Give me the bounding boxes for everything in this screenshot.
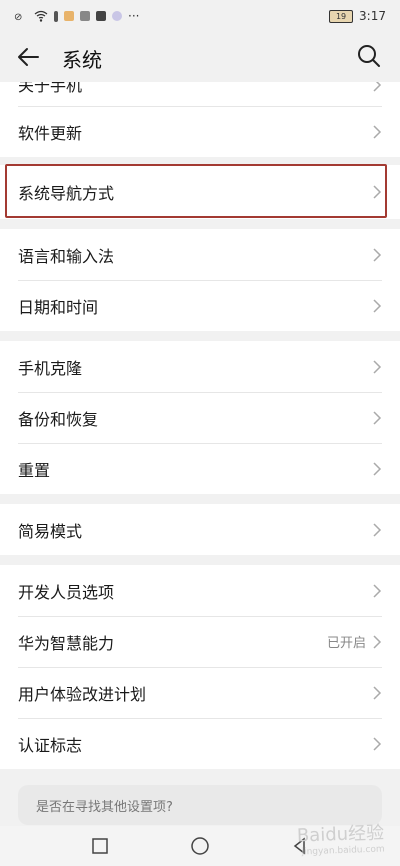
status-bar: ⊘ ··· 19 3:17: [0, 0, 400, 32]
clock: 3:17: [359, 9, 386, 23]
settings-list: 关于手机 软件更新 系统导航方式 语言和输入法 日期和时间 手机克隆 备份和恢复…: [0, 82, 400, 769]
settings-item-label: 语言和输入法: [18, 246, 115, 266]
settings-item-huawei-smart[interactable]: 华为智慧能力 已开启: [0, 616, 400, 667]
settings-item-label: 关于手机: [18, 82, 83, 95]
settings-item-reset[interactable]: 重置: [0, 443, 400, 494]
chevron-right-icon: [373, 522, 382, 537]
settings-item-label: 简易模式: [18, 521, 83, 541]
settings-item-developer-options[interactable]: 开发人员选项: [0, 565, 400, 616]
settings-group-3: 语言和输入法 日期和时间: [0, 229, 400, 331]
status-icons-left: ⊘ ···: [14, 9, 139, 23]
chevron-right-icon: [373, 410, 382, 425]
chevron-right-icon: [373, 685, 382, 700]
chevron-right-icon: [373, 736, 382, 751]
settings-group-4: 手机克隆 备份和恢复 重置: [0, 341, 400, 494]
suggestion-text: 是否在寻找其他设置项?: [36, 799, 173, 815]
group-divider: [0, 331, 400, 341]
settings-item-label: 备份和恢复: [18, 409, 99, 429]
settings-item-phone-clone[interactable]: 手机克隆: [0, 341, 400, 392]
gallery-icon: [80, 11, 90, 21]
settings-group-5: 简易模式: [0, 504, 400, 555]
settings-item-label: 软件更新: [18, 123, 83, 143]
group-divider: [0, 494, 400, 504]
settings-item-simple-mode[interactable]: 简易模式: [0, 504, 400, 555]
group-divider: [0, 219, 400, 229]
settings-item-label: 认证标志: [18, 735, 83, 755]
chevron-right-icon: [373, 359, 382, 374]
settings-item-language-input[interactable]: 语言和输入法: [0, 229, 400, 280]
settings-item-label: 华为智慧能力: [18, 633, 115, 653]
chevron-right-icon: [373, 82, 382, 92]
signal-icon: ⊘: [14, 12, 22, 22]
recents-button-icon[interactable]: [90, 836, 110, 856]
chevron-right-icon: [373, 247, 382, 262]
settings-item-value: 已开启: [326, 636, 366, 651]
group-divider: [0, 157, 400, 165]
settings-item-label: 手机克隆: [18, 358, 83, 378]
settings-item-label: 开发人员选项: [18, 582, 115, 602]
settings-group-1: 关于手机 软件更新: [0, 82, 400, 157]
chevron-right-icon: [373, 298, 382, 313]
search-suggestion-card[interactable]: 是否在寻找其他设置项?: [18, 785, 382, 825]
chevron-right-icon: [373, 583, 382, 598]
group-divider: [0, 555, 400, 565]
settings-item-software-update[interactable]: 软件更新: [0, 106, 400, 157]
settings-item-about-phone[interactable]: 关于手机: [0, 82, 400, 106]
status-icons-right: 19 3:17: [329, 9, 386, 23]
settings-item-date-time[interactable]: 日期和时间: [0, 280, 400, 331]
app-header: 系统: [0, 32, 400, 82]
search-icon[interactable]: [356, 43, 382, 69]
home-button-icon[interactable]: [190, 836, 210, 856]
settings-group-6: 开发人员选项 华为智慧能力 已开启 用户体验改进计划 认证标志: [0, 565, 400, 769]
page-title: 系统: [62, 48, 102, 72]
settings-item-label: 日期和时间: [18, 297, 99, 317]
settings-item-label: 系统导航方式: [18, 184, 115, 203]
notification-icon: [96, 11, 106, 21]
settings-item-label: 用户体验改进计划: [18, 684, 147, 704]
wifi-icon: [34, 10, 48, 22]
settings-group-2: 系统导航方式: [0, 165, 400, 219]
settings-item-value-wrap: 已开启: [327, 632, 382, 651]
back-arrow-icon[interactable]: [16, 44, 42, 70]
chevron-right-icon: [373, 185, 382, 199]
sim-icon: [54, 10, 58, 22]
settings-item-ux-improvement[interactable]: 用户体验改进计划: [0, 667, 400, 718]
battery-icon: 19: [329, 9, 354, 23]
settings-item-label: 重置: [18, 460, 51, 480]
browser-icon: [112, 11, 122, 21]
chevron-right-icon: [373, 124, 382, 139]
watermark: Baidu经验 jingyan.baidu.com: [296, 818, 384, 857]
chevron-right-icon: [373, 634, 382, 649]
more-notifications-icon: ···: [128, 9, 140, 23]
settings-item-backup-restore[interactable]: 备份和恢复: [0, 392, 400, 443]
svg-text:⊘: ⊘: [14, 12, 22, 22]
chevron-right-icon: [373, 461, 382, 476]
app-notification-icon: [64, 11, 74, 21]
settings-item-system-navigation[interactable]: 系统导航方式: [0, 165, 400, 219]
settings-item-certification[interactable]: 认证标志: [0, 718, 400, 769]
watermark-text: Baidu经验: [296, 822, 385, 847]
